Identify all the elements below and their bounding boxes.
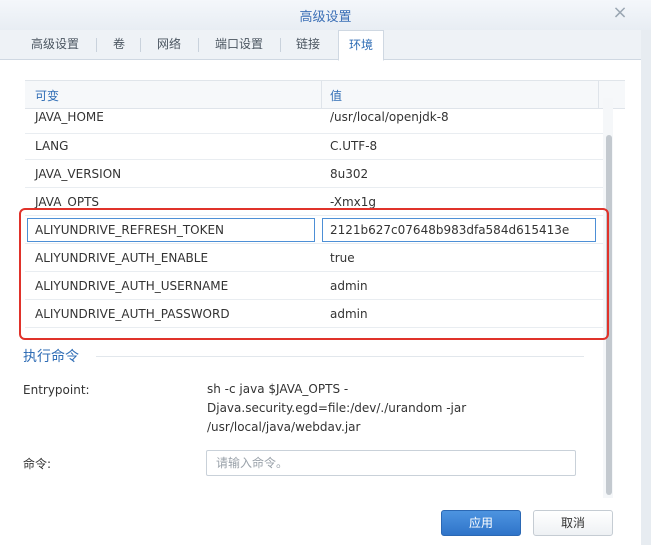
- column-divider[interactable]: [321, 81, 322, 109]
- column-header-variable[interactable]: 可变: [35, 87, 59, 104]
- dialog-title: 高级设置: [299, 10, 352, 25]
- tab-links[interactable]: 链接: [296, 30, 320, 60]
- close-icon[interactable]: ×: [611, 4, 629, 22]
- tab-port-settings[interactable]: 端口设置: [215, 30, 263, 60]
- tab-advanced-settings[interactable]: 高级设置: [31, 30, 79, 60]
- column-header-value[interactable]: 值: [330, 87, 342, 104]
- tab-bar: 高级设置 卷 网络 端口设置 链接 环境: [0, 30, 651, 61]
- tab-environment[interactable]: 环境: [338, 30, 385, 61]
- variable-value: 8u302: [330, 167, 369, 181]
- titlebar: 高级设置 ×: [0, 0, 651, 30]
- section-title: 执行命令: [23, 349, 79, 365]
- table-row[interactable]: LANG C.UTF-8: [25, 132, 605, 160]
- variable-value: -Xmx1g: [330, 195, 376, 209]
- entrypoint-value: sh -c java $JAVA_OPTS - Djava.security.e…: [207, 380, 567, 437]
- command-label: 命令:: [23, 457, 52, 471]
- variable-name: JAVA_HOME: [35, 110, 104, 124]
- tab-network[interactable]: 网络: [157, 30, 181, 60]
- tab-volume[interactable]: 卷: [113, 30, 125, 60]
- entrypoint-line: sh -c java $JAVA_OPTS -: [207, 382, 349, 396]
- entrypoint-line: Djava.security.egd=file:/dev/./urandom -…: [207, 401, 467, 415]
- variable-name: LANG: [35, 139, 69, 153]
- tab-divider: [140, 38, 141, 52]
- variable-name: JAVA_OPTS: [35, 195, 100, 209]
- table-row[interactable]: JAVA_HOME /usr/local/openjdk-8: [25, 106, 605, 134]
- cancel-button[interactable]: 取消: [533, 510, 613, 536]
- window-edge: [641, 30, 651, 545]
- table-row[interactable]: JAVA_VERSION 8u302: [25, 160, 605, 188]
- tab-divider: [96, 38, 97, 52]
- command-input[interactable]: [206, 450, 576, 476]
- column-divider[interactable]: [598, 81, 599, 109]
- tab-divider: [198, 38, 199, 52]
- entrypoint-label: Entrypoint:: [23, 383, 90, 397]
- table-header: 可变 值: [25, 81, 625, 109]
- variable-value: C.UTF-8: [330, 139, 378, 153]
- variable-value: /usr/local/openjdk-8: [330, 110, 449, 124]
- section-divider: [96, 356, 584, 357]
- entrypoint-line: /usr/local/java/webdav.jar: [207, 420, 361, 434]
- variable-name: JAVA_VERSION: [35, 167, 122, 181]
- tab-divider: [280, 38, 281, 52]
- highlight-annotation: [19, 208, 609, 340]
- apply-button[interactable]: 应用: [441, 510, 521, 536]
